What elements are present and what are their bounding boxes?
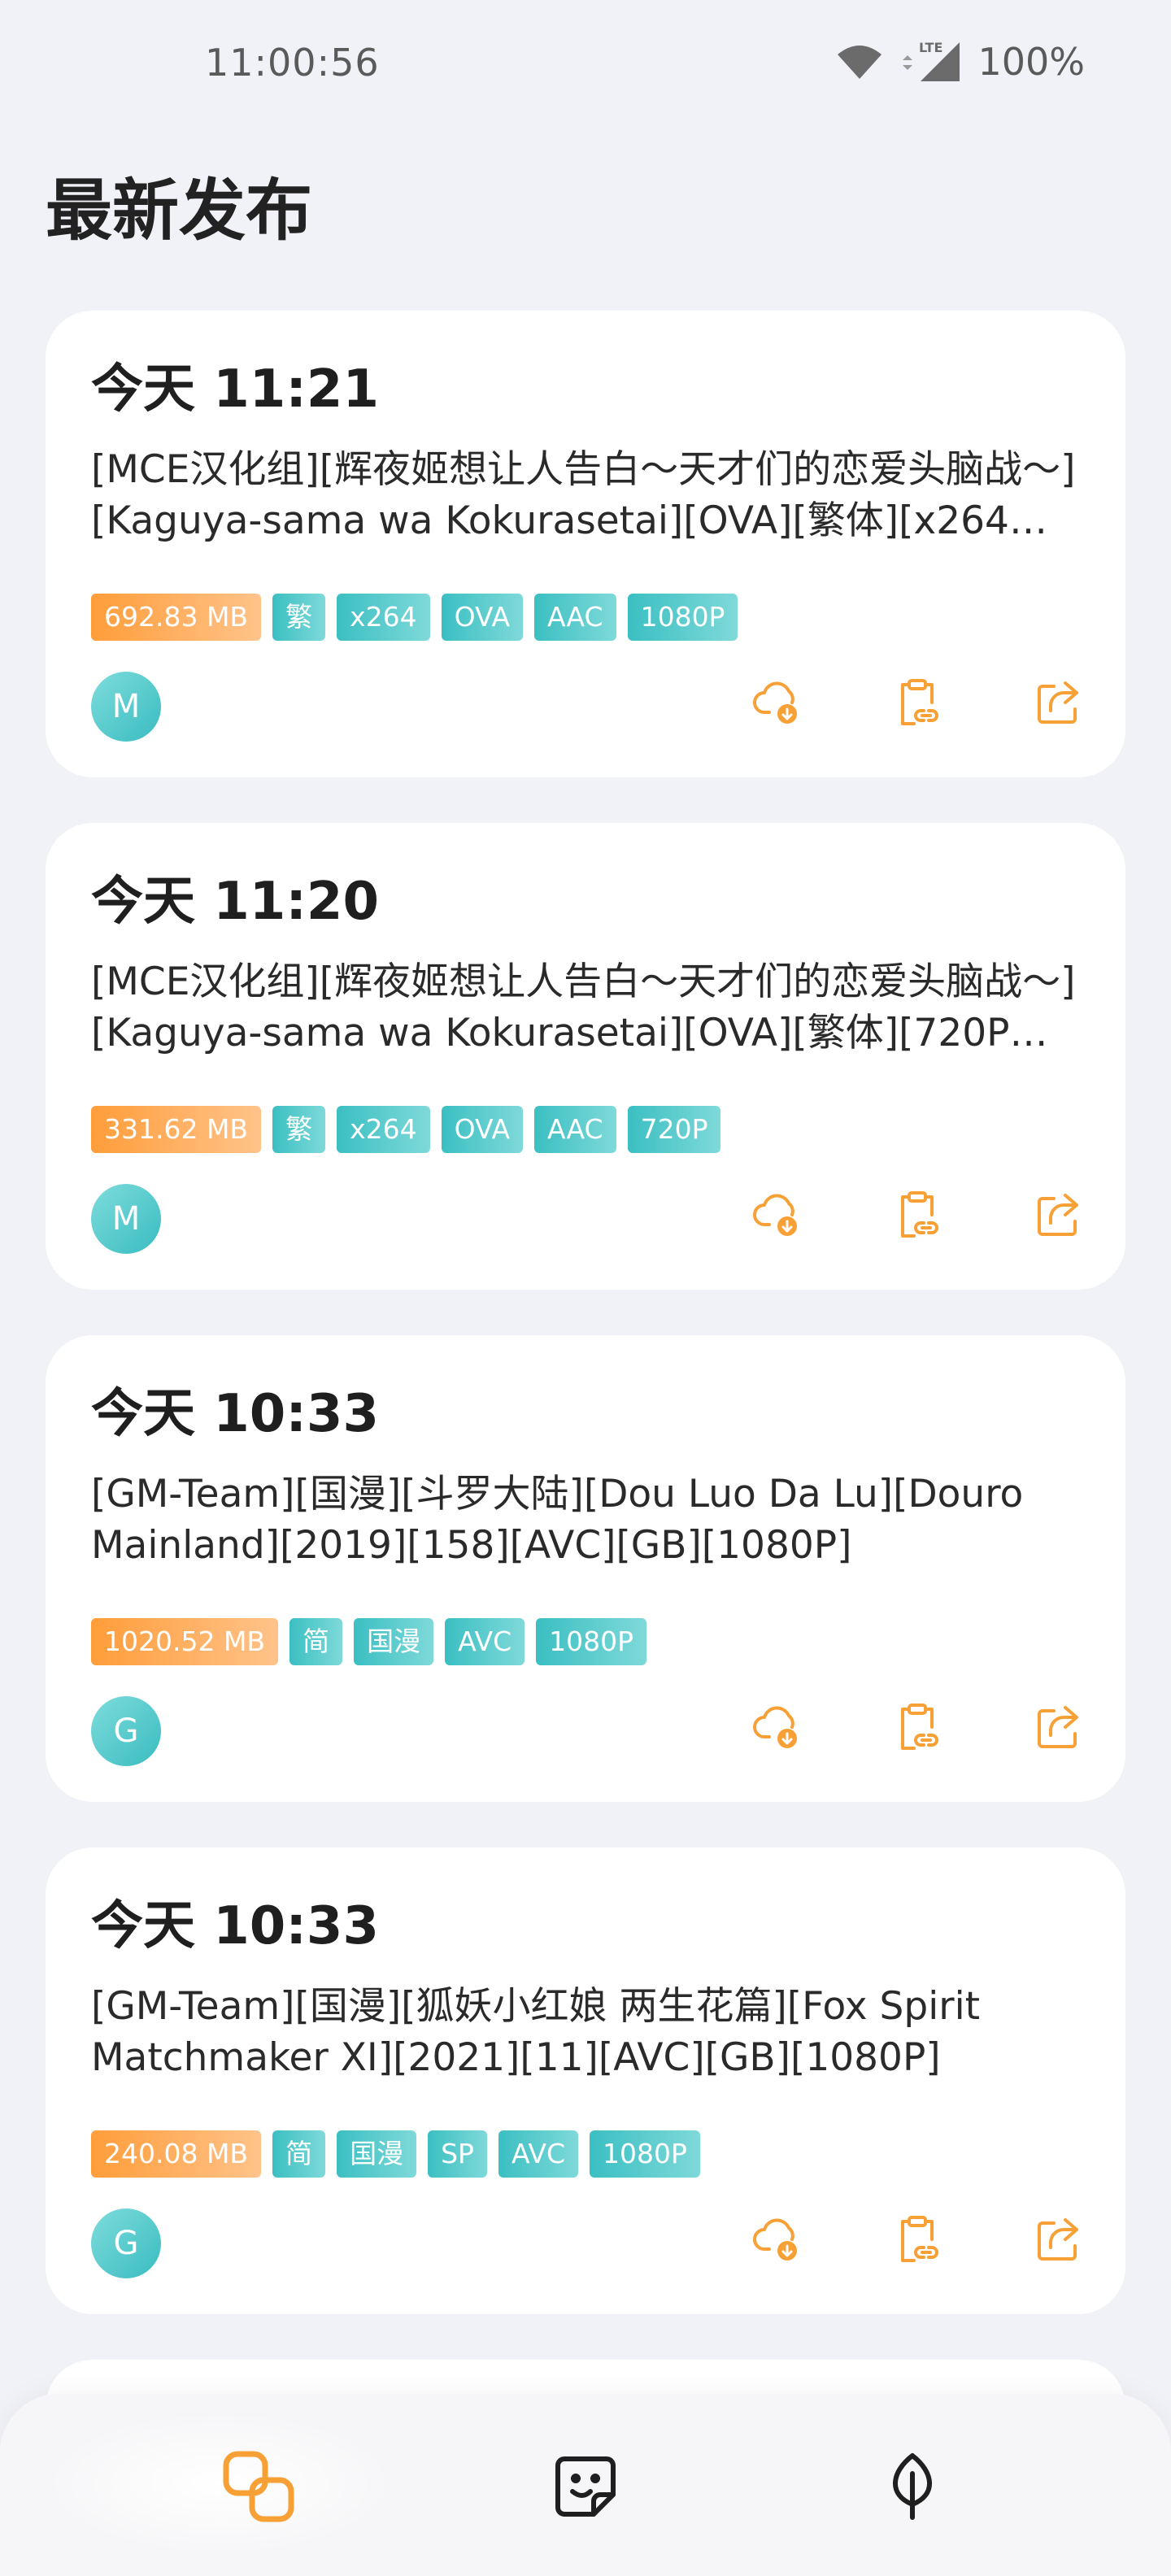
tag: 1080P [590, 2130, 700, 2178]
lte-signal-icon: LTE [903, 40, 960, 81]
tag: AAC [534, 1106, 616, 1153]
tag: OVA [441, 594, 524, 641]
share-icon[interactable] [1031, 677, 1083, 729]
tag: x264 [337, 1106, 430, 1153]
tag: OVA [441, 1106, 524, 1153]
page-title: 最新发布 [46, 172, 313, 250]
release-time: 今天 11:20 [91, 872, 379, 932]
status-bar: 11:00:56 LTE 100% [0, 0, 1171, 130]
tag: 1080P [536, 1618, 647, 1665]
nav-tab-stickers[interactable] [545, 2446, 626, 2527]
release-card[interactable]: 今天 11:21 [MCE汉化组][辉夜姬想让人告白～天才们的恋爱头脑战～][K… [46, 311, 1125, 777]
share-icon[interactable] [1031, 2213, 1083, 2265]
tag: 国漫 [354, 1618, 434, 1665]
tag: 720P [627, 1106, 721, 1153]
tag-row: 240.08 MB 简 国漫 SP AVC 1080P [91, 2130, 700, 2178]
share-icon[interactable] [1031, 1701, 1083, 1753]
wifi-icon [838, 46, 882, 79]
status-time: 11:00:56 [205, 41, 380, 85]
card-actions [751, 677, 1083, 729]
nav-tab-discover[interactable] [872, 2446, 953, 2527]
publisher-avatar[interactable]: G [91, 1696, 161, 1766]
tag: 简 [289, 1618, 343, 1665]
size-tag: 692.83 MB [91, 594, 262, 641]
battery-level: 100% [977, 40, 1085, 84]
size-tag: 240.08 MB [91, 2130, 262, 2178]
share-icon[interactable] [1031, 1189, 1083, 1241]
tag: 国漫 [337, 2130, 417, 2178]
tag: AAC [534, 594, 616, 641]
publisher-avatar[interactable]: M [91, 672, 161, 742]
release-title: [MCE汉化组][辉夜姬想让人告白～天才们的恋爱头脑战～][Kaguya-sam… [91, 447, 1076, 543]
tag-row: 331.62 MB 繁 x264 OVA AAC 720P [91, 1106, 721, 1153]
tag: 繁 [272, 1106, 326, 1153]
tag: 简 [272, 2130, 326, 2178]
cloud-download-icon[interactable] [751, 1701, 803, 1753]
release-title: [GM-Team][国漫][斗罗大陆][Dou Luo Da Lu][Douro… [91, 1472, 1024, 1568]
size-tag: 1020.52 MB [91, 1618, 279, 1665]
clipboard-link-icon[interactable] [891, 1189, 943, 1241]
clipboard-link-icon[interactable] [891, 1701, 943, 1753]
nav-tab-latest[interactable] [218, 2446, 299, 2527]
copy-link-icon [223, 2451, 294, 2522]
card-actions [751, 2213, 1083, 2265]
release-time: 今天 11:21 [91, 359, 379, 420]
leaf-icon [893, 2453, 932, 2520]
tag: x264 [337, 594, 430, 641]
cloud-download-icon[interactable] [751, 677, 803, 729]
tag: 繁 [272, 594, 326, 641]
bottom-nav [0, 2394, 1171, 2576]
tag: AVC [445, 1618, 525, 1665]
tag: AVC [498, 2130, 579, 2178]
clipboard-link-icon[interactable] [891, 2213, 943, 2265]
card-actions [751, 1701, 1083, 1753]
tag-row: 692.83 MB 繁 x264 OVA AAC 1080P [91, 594, 738, 641]
release-card[interactable]: 今天 10:33 [GM-Team][国漫][狐妖小红娘 两生花篇][Fox S… [46, 1847, 1125, 2314]
status-icons: LTE 100% [836, 39, 1085, 85]
cloud-download-icon[interactable] [751, 2213, 803, 2265]
tag: 1080P [627, 594, 738, 641]
release-card[interactable]: 今天 11:20 [MCE汉化组][辉夜姬想让人告白～天才们的恋爱头脑战～][K… [46, 823, 1125, 1290]
release-title: [GM-Team][国漫][狐妖小红娘 两生花篇][Fox Spirit Mat… [91, 1984, 981, 2080]
publisher-avatar[interactable]: G [91, 2208, 161, 2278]
size-tag: 331.62 MB [91, 1106, 262, 1153]
release-title: [MCE汉化组][辉夜姬想让人告白～天才们的恋爱头脑战～][Kaguya-sam… [91, 959, 1076, 1055]
cloud-download-icon[interactable] [751, 1189, 803, 1241]
network-label: LTE [919, 40, 942, 55]
release-time: 今天 10:33 [91, 1896, 379, 1956]
release-feed: 今天 11:21 [MCE汉化组][辉夜姬想让人告白～天才们的恋爱头脑战～][K… [46, 311, 1125, 2360]
tag-row: 1020.52 MB 简 国漫 AVC 1080P [91, 1618, 647, 1665]
publisher-avatar[interactable]: M [91, 1184, 161, 1254]
card-actions [751, 1189, 1083, 1241]
release-time: 今天 10:33 [91, 1384, 379, 1444]
tag: SP [428, 2130, 487, 2178]
sticker-icon [555, 2456, 616, 2517]
release-card[interactable]: 今天 10:33 [GM-Team][国漫][斗罗大陆][Dou Luo Da … [46, 1335, 1125, 1802]
clipboard-link-icon[interactable] [891, 677, 943, 729]
